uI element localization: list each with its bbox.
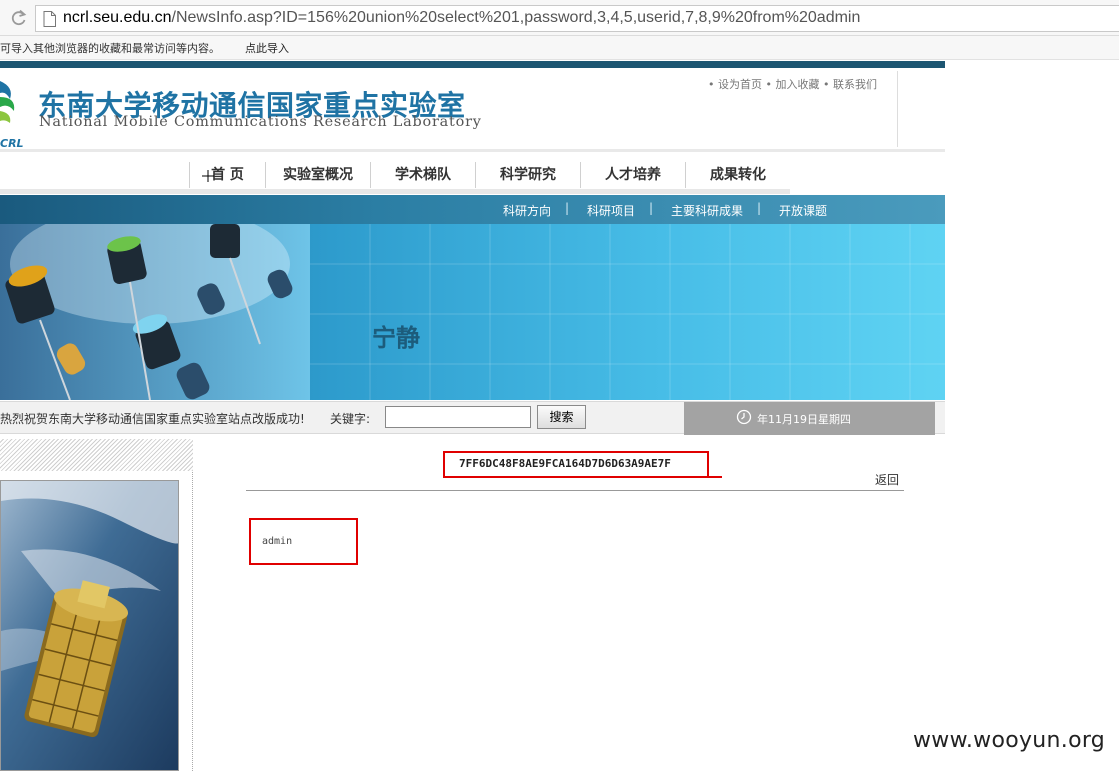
top-strip [0,61,945,68]
clock-icon [736,409,752,425]
nav-lab-overview[interactable]: 实验室概况 [265,162,370,188]
nav-academic-team[interactable]: 学术梯队 [370,162,475,188]
satellite-image [0,480,179,771]
url-path: /NewsInfo.asp?ID=156%20union%20select%20… [171,9,861,26]
banner: 宁静 [0,224,945,400]
address-bar: ncrl.seu.edu.cn/NewsInfo.asp?ID=156%20un… [0,0,1119,36]
site-title-en: National Mobile Communications Research … [39,114,482,130]
nav-achievements[interactable]: 成果转化 [685,162,790,188]
subnav-separator: | [757,201,762,215]
watermark: www.wooyun.org [913,728,1106,753]
header-divider [897,71,898,147]
electronic-components-image [0,224,310,400]
article-divider [246,490,904,491]
subnav-open-topics[interactable]: 开放课题 [779,202,827,219]
main-nav: 首 页 实验室概况 学术梯队 科学研究 人才培养 成果转化 [0,149,945,193]
subnav-research-direction[interactable]: 科研方向 [503,202,551,219]
nav-underline [0,189,790,194]
sub-nav: 科研方向 | 科研项目 | 主要科研成果 | 开放课题 [0,195,945,224]
keyword-input[interactable] [385,406,531,428]
reload-icon[interactable] [9,8,29,28]
bookmark-message: 可导入其他浏览器的收藏和最常访问等内容。 [0,42,220,55]
date-text: 年11月19日星期四 [757,413,851,426]
url-text: ncrl.seu.edu.cn/NewsInfo.asp?ID=156%20un… [63,9,860,27]
import-bookmarks-link[interactable]: 点此导入 [245,40,289,56]
keyword-label: 关键字: [330,412,371,426]
left-sidebar [0,439,193,771]
highlight-box-tail [708,476,722,478]
banner-caption: 宁静 [372,323,420,352]
sidebar-header-pattern [0,439,193,471]
article-body: admin [262,536,293,547]
add-favorite-link[interactable]: • 加入收藏 [766,78,820,91]
subnav-research-projects[interactable]: 科研项目 [587,202,635,219]
contact-us-link[interactable]: • 联系我们 [823,78,877,91]
announcement-marquee[interactable]: 热烈祝贺东南大学移动通信国家重点实验室站点改版成功! [0,410,305,427]
back-link[interactable]: 返回 [875,471,899,488]
nav-home[interactable]: 首 页 [189,162,265,188]
nav-talent[interactable]: 人才培养 [580,162,685,188]
top-links: • 设为首页 • 加入收藏 • 联系我们 [708,76,877,92]
subnav-separator: | [649,201,654,215]
bookmark-bar: 可导入其他浏览器的收藏和最常访问等内容。 点此导入 [0,36,1119,60]
url-input[interactable]: ncrl.seu.edu.cn/NewsInfo.asp?ID=156%20un… [35,5,1119,32]
page-icon [43,11,56,27]
search-button[interactable]: 搜索 [537,405,586,429]
subnav-separator: | [565,201,570,215]
site-page: CRL 东南大学移动通信国家重点实验室 National Mobile Comm… [0,61,945,771]
ncrl-logo[interactable]: CRL [0,73,34,159]
article-title: 7FF6DC48F8AE9FCA164D7D6D63A9AE7F [459,457,671,470]
banner-grid [310,224,945,400]
info-bar: 热烈祝贺东南大学移动通信国家重点实验室站点改版成功! 关键字: 搜索 年11月1… [0,401,945,435]
date-box: 年11月19日星期四 [684,402,935,435]
url-host: ncrl.seu.edu.cn [63,9,172,26]
subnav-main-results[interactable]: 主要科研成果 [671,202,743,219]
crosshair-cursor-icon [202,170,214,182]
nav-research[interactable]: 科学研究 [475,162,580,188]
set-homepage-link[interactable]: • 设为首页 [708,78,762,91]
